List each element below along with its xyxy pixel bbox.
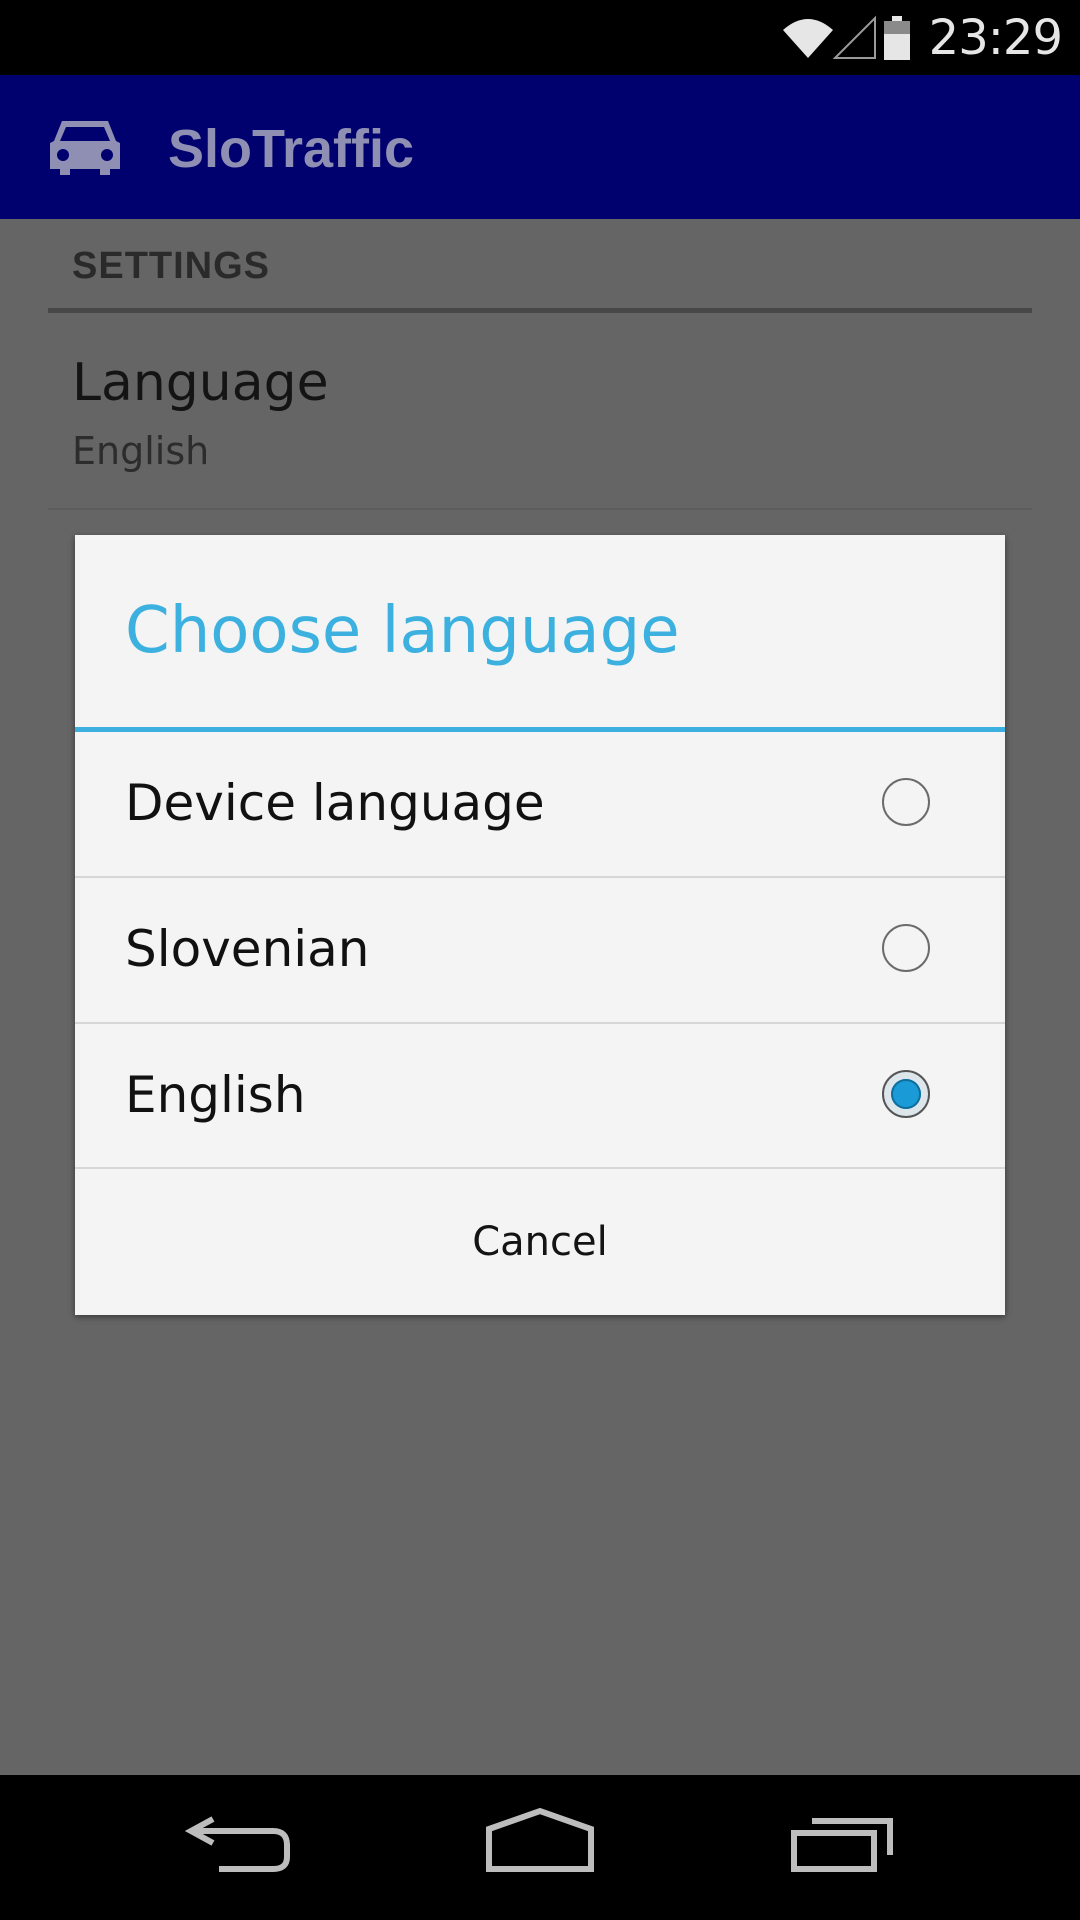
option-label: Device language — [125, 774, 545, 832]
action-bar: SloTraffic — [0, 75, 1080, 219]
status-bar: 23:29 — [0, 0, 1080, 75]
option-slovenian[interactable]: Slovenian — [75, 878, 1005, 1022]
section-header: SETTINGS — [72, 245, 271, 287]
option-english[interactable]: English — [75, 1024, 1005, 1168]
cell-signal-icon — [832, 15, 876, 59]
status-icons — [780, 12, 940, 62]
dialog-title: Choose language — [125, 594, 680, 668]
recent-apps-icon[interactable] — [790, 1807, 900, 1877]
language-pref-summary: English — [72, 429, 210, 473]
battery-icon — [884, 16, 910, 60]
option-label: English — [125, 1066, 306, 1124]
car-icon[interactable] — [48, 117, 122, 177]
language-pref-title[interactable]: Language — [72, 353, 329, 413]
choose-language-dialog: Choose language Device language Slovenia… — [75, 535, 1005, 1315]
navigation-bar — [0, 1775, 1080, 1920]
home-icon[interactable] — [485, 1807, 595, 1877]
status-time: 23:29 — [928, 10, 1063, 66]
cancel-button[interactable]: Cancel — [75, 1169, 1005, 1315]
radio-button-checked[interactable] — [882, 1070, 930, 1118]
option-device-language[interactable]: Device language — [75, 732, 1005, 876]
section-divider — [48, 308, 1032, 313]
back-icon[interactable] — [184, 1807, 295, 1877]
app-title: SloTraffic — [168, 119, 415, 179]
radio-button-unchecked[interactable] — [882, 778, 930, 826]
pref-divider — [48, 508, 1032, 510]
radio-button-unchecked[interactable] — [882, 924, 930, 972]
wifi-icon — [783, 19, 833, 58]
option-label: Slovenian — [125, 920, 370, 978]
